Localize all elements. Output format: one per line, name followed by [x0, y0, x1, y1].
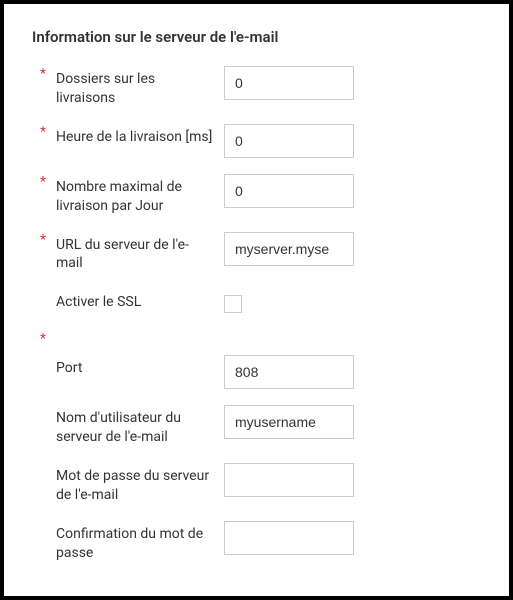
row-password: Mot de passe du serveur de l'e-mail	[32, 461, 481, 505]
required-mark: *	[32, 122, 56, 140]
label-username: Nom d'utilisateur du serveur de l'e-mail	[56, 403, 224, 447]
input-password-confirm[interactable]	[224, 521, 354, 555]
row-max-delivery: * Nombre maximal de livraison par Jour	[32, 172, 481, 216]
input-username[interactable]	[224, 405, 354, 439]
form-body: * Dossiers sur les livraisons * Heure de…	[32, 64, 481, 563]
email-server-settings-panel: Information sur le serveur de l'e-mail *…	[4, 4, 509, 596]
required-mark	[32, 403, 56, 405]
required-mark-spacer	[32, 353, 56, 355]
required-mark	[32, 519, 56, 521]
required-mark: *	[32, 172, 56, 190]
row-password-confirm: Confirmation du mot de passe	[32, 519, 481, 563]
input-delivery-folders[interactable]	[224, 66, 354, 100]
section-title: Information sur le serveur de l'e-mail	[32, 28, 481, 46]
input-port[interactable]	[224, 355, 354, 389]
input-server-url[interactable]	[224, 232, 354, 266]
row-delivery-folders: * Dossiers sur les livraisons	[32, 64, 481, 108]
label-server-url: URL du serveur de l'e-mail	[56, 230, 224, 274]
row-server-url: * URL du serveur de l'e-mail	[32, 230, 481, 274]
label-password-confirm: Confirmation du mot de passe	[56, 519, 224, 563]
row-username: Nom d'utilisateur du serveur de l'e-mail	[32, 403, 481, 447]
label-delivery-time: Heure de la livraison [ms]	[56, 122, 224, 147]
required-mark: *	[32, 64, 56, 82]
input-password[interactable]	[224, 463, 354, 497]
row-ssl: Activer le SSL	[32, 287, 481, 323]
label-port: Port	[56, 353, 224, 378]
required-mark	[32, 287, 56, 289]
required-mark: *	[32, 230, 56, 248]
label-delivery-folders: Dossiers sur les livraisons	[56, 64, 224, 108]
label-password: Mot de passe du serveur de l'e-mail	[56, 461, 224, 505]
label-max-delivery: Nombre maximal de livraison par Jour	[56, 172, 224, 216]
input-max-delivery[interactable]	[224, 174, 354, 208]
required-mark-port: *	[32, 331, 56, 347]
label-ssl: Activer le SSL	[56, 287, 224, 312]
input-delivery-time[interactable]	[224, 124, 354, 158]
row-delivery-time: * Heure de la livraison [ms]	[32, 122, 481, 158]
row-port: Port	[32, 353, 481, 389]
checkbox-ssl[interactable]	[224, 295, 242, 313]
required-mark	[32, 461, 56, 463]
